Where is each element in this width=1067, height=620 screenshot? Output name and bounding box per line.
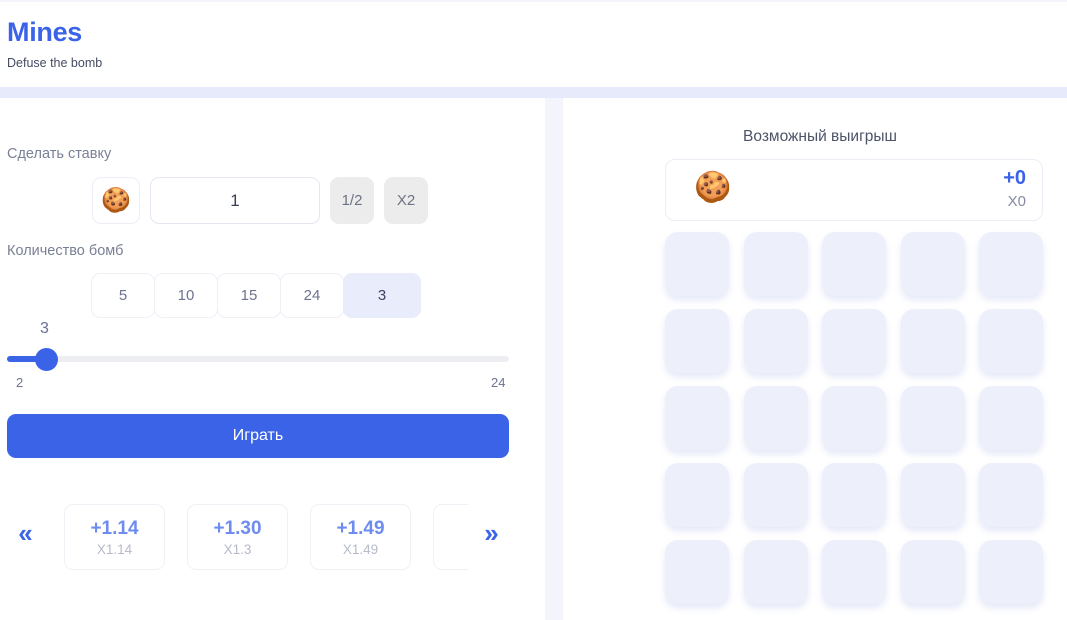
tile-24[interactable] [900,540,965,604]
multiplier-card[interactable]: +1.49 X1.49 [310,504,411,570]
bet-controls-row: 🍪 1/2 X2 [92,177,428,224]
tile-16[interactable] [665,463,729,527]
multiplier-payout: +1.14 [90,517,139,539]
tile-3[interactable] [822,232,886,296]
page-subtitle: Defuse the bomb [7,56,103,70]
tile-12[interactable] [743,386,808,450]
tile-7[interactable] [743,309,808,373]
tile-6[interactable] [665,309,729,373]
tile-1[interactable] [665,232,729,296]
tile-5[interactable] [979,232,1043,296]
bomb-count-selected[interactable]: 3 [343,273,421,318]
tile-9[interactable] [900,309,965,373]
tile-14[interactable] [900,386,965,450]
slider-current-value: 3 [40,320,49,337]
tile-25[interactable] [979,540,1043,604]
possible-win-title: Возможный выигрыш [743,128,897,145]
slider-thumb[interactable] [35,348,58,371]
page-title: Mines [7,17,83,47]
tile-18[interactable] [822,463,886,527]
multiplier-card[interactable]: +1.14 X1.14 [64,504,165,570]
possible-win-card: 🍪 +0 X0 [665,159,1043,221]
tile-10[interactable] [979,309,1043,373]
tile-11[interactable] [665,386,729,450]
play-button[interactable]: Играть [7,414,509,458]
bomb-preset-5[interactable]: 5 [91,273,155,318]
multiplier-card-track: +1.14 X1.14 +1.30 X1.3 +1.49 X1.49 [64,504,468,570]
cookie-icon: 🍪 [694,171,732,204]
bomb-preset-10[interactable]: 10 [154,273,218,318]
bomb-preset-24[interactable]: 24 [280,273,344,318]
tile-22[interactable] [743,540,808,604]
mines-game-app: Mines Defuse the bomb Сделать ставку 🍪 1… [0,0,1067,620]
header-divider-band [0,87,1067,98]
bet-section-label: Сделать ставку [7,146,112,162]
tile-13[interactable] [822,386,886,450]
bomb-preset-15[interactable]: 15 [217,273,281,318]
multiplier-carousel: « +1.14 X1.14 +1.30 X1.3 +1.49 X1.49 » [0,495,545,580]
possible-win-multiplier: X0 [1007,193,1026,210]
double-chevron-right-icon[interactable]: » [466,503,514,563]
tile-4[interactable] [900,232,965,296]
double-chevron-left-icon[interactable]: « [0,503,48,563]
mines-board-grid [665,232,1043,604]
bomb-count-segmented-control: 5 10 15 24 3 [91,273,421,318]
app-header: Mines Defuse the bomb [0,0,1067,87]
cookie-icon: 🍪 [92,177,140,224]
panel-gutter [545,98,563,620]
possible-win-amount: +0 [1003,167,1026,189]
bet-double-button[interactable]: X2 [384,177,428,224]
tile-21[interactable] [665,540,729,604]
tile-2[interactable] [743,232,808,296]
multiplier-payout: +1.49 [336,517,385,539]
multiplier-payout: +1.30 [213,517,262,539]
tile-17[interactable] [743,463,808,527]
tile-20[interactable] [979,463,1043,527]
multiplier-card[interactable]: +1.30 X1.3 [187,504,288,570]
bet-amount-input[interactable] [150,177,320,224]
tile-19[interactable] [900,463,965,527]
tile-23[interactable] [822,540,886,604]
multiplier-card[interactable] [433,504,468,570]
cookie-glyph: 🍪 [101,186,131,214]
multiplier-value: X1.3 [223,541,252,557]
multiplier-value: X1.14 [96,541,133,557]
slider-min-label: 2 [16,375,24,390]
slider-max-label: 24 [491,375,506,390]
tile-15[interactable] [979,386,1043,450]
tile-8[interactable] [822,309,886,373]
bombs-section-label: Количество бомб [7,243,124,259]
slider-track[interactable] [7,356,509,362]
multiplier-value: X1.49 [342,541,379,557]
header-hairline [0,0,1067,2]
bet-halve-button[interactable]: 1/2 [330,177,374,224]
